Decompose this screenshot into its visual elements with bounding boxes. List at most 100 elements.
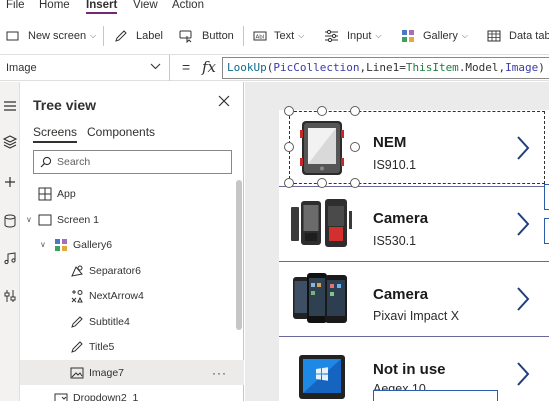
data-table-button[interactable]: Data table — [487, 25, 549, 47]
resize-handle[interactable] — [284, 106, 294, 116]
tree-node-screen-1[interactable]: ∨ Screen 1 — [20, 207, 244, 232]
tree-view-title: Tree view — [33, 97, 97, 113]
chevron-down-icon — [150, 63, 161, 70]
resize-handle[interactable] — [350, 178, 360, 188]
rugged-phone-image[interactable] — [289, 193, 353, 253]
tree-node-label: Image7 — [89, 366, 125, 379]
chevron-down-icon: ⌵ — [375, 30, 382, 40]
separator-shape-icon — [71, 265, 83, 277]
new-screen-icon — [6, 31, 19, 40]
formula-condition: ,Line1= — [359, 61, 406, 74]
tree-node-label: App — [57, 187, 76, 200]
tree-search-input[interactable]: Search — [33, 150, 232, 174]
tree-node-label: Gallery6 — [73, 238, 113, 251]
formula-input[interactable]: LookUp(PicCollection,Line1=ThisItem.Mode… — [222, 57, 549, 79]
tree-node-image7[interactable]: Image7 ··· — [20, 360, 244, 385]
resize-handle[interactable] — [317, 178, 327, 188]
left-rail — [0, 82, 20, 401]
tab-components[interactable]: Components — [87, 125, 155, 139]
svg-text:Abl: Abl — [256, 34, 265, 40]
tree-node-title5[interactable]: Title5 — [20, 334, 244, 359]
resize-handle[interactable] — [350, 106, 360, 116]
more-options-icon[interactable]: ··· — [212, 366, 227, 380]
tree-node-gallery6[interactable]: ∨ Gallery6 — [20, 232, 244, 257]
insert-ribbon: New screen ⌵ Label Button Abl Text ⌵ Inp… — [0, 17, 549, 55]
fx-icon[interactable]: fx — [202, 58, 216, 76]
tree-node-separator6[interactable]: Separator6 — [20, 258, 244, 283]
tree-node-nextarrow4[interactable]: NextArrow4 — [20, 283, 244, 308]
button-icon — [179, 30, 192, 43]
gallery-item-title[interactable]: Not in use — [373, 361, 446, 378]
formula-function: LookUp — [227, 61, 267, 74]
resize-handle[interactable] — [284, 178, 294, 188]
property-dropdown[interactable]: Image — [0, 55, 170, 81]
menu-action[interactable]: Action — [172, 0, 204, 11]
gallery-item[interactable]: Camera Pixavi Impact X — [279, 262, 549, 338]
chevron-right-icon[interactable] — [515, 286, 531, 312]
menu-bar: File Home Insert View Action — [0, 0, 549, 16]
resize-handle[interactable] — [350, 142, 360, 152]
label-button[interactable]: Label — [114, 25, 163, 47]
insert-plus-icon[interactable] — [2, 174, 18, 190]
data-table-button-label: Data table — [509, 29, 549, 42]
gallery-button-label: Gallery — [423, 29, 458, 42]
label-button-label: Label — [136, 29, 163, 42]
input-button-label: Input — [347, 29, 372, 42]
resize-handle[interactable] — [317, 106, 327, 116]
tree-node-label: Subtitle4 — [89, 315, 130, 328]
formula-image-field: Image — [505, 61, 539, 74]
gallery-icon — [55, 238, 67, 251]
tree-view-panel: Tree view Screens Components Search App … — [20, 82, 244, 401]
gallery-template-selection — [289, 111, 545, 184]
data-cylinder-icon[interactable] — [2, 213, 18, 229]
ribbon-divider — [103, 25, 104, 46]
media-icon[interactable] — [2, 250, 18, 266]
tree-node-label: Separator6 — [89, 264, 141, 277]
tree-view-layers-icon[interactable] — [2, 134, 18, 150]
equals-sign: = — [182, 59, 191, 75]
dropdown-icon — [54, 393, 68, 401]
chevron-right-icon[interactable] — [515, 361, 531, 387]
search-icon — [40, 156, 52, 168]
input-icon — [325, 29, 338, 42]
formula-bar: Image = fx LookUp(PicCollection,Line1=Th… — [0, 55, 549, 81]
text-icon: Abl — [253, 31, 267, 40]
formula-paren-close: ) — [538, 61, 545, 74]
input-button[interactable]: Input ⌵ — [324, 25, 382, 47]
gallery-item-title[interactable]: Camera — [373, 286, 428, 303]
menu-insert[interactable]: Insert — [86, 0, 118, 14]
hamburger-menu-icon[interactable] — [2, 98, 18, 114]
windows-tablet-image[interactable] — [289, 347, 353, 401]
chevron-down-icon: ⌵ — [298, 30, 305, 40]
gallery-item-subtitle[interactable]: Pixavi Impact X — [373, 309, 459, 323]
tree-node-subtitle4[interactable]: Subtitle4 — [20, 309, 244, 334]
menu-home[interactable]: Home — [39, 0, 70, 11]
advanced-tools-icon[interactable] — [2, 288, 18, 304]
tree-node-app[interactable]: App — [20, 181, 244, 206]
close-icon[interactable] — [217, 94, 231, 108]
menu-file[interactable]: File — [6, 0, 25, 11]
partial-control[interactable] — [544, 184, 549, 210]
app-icon — [38, 187, 52, 200]
new-screen-button[interactable]: New screen ⌵ — [6, 25, 96, 47]
text-button-label: Text — [274, 29, 295, 42]
resize-handle[interactable] — [284, 142, 294, 152]
search-placeholder: Search — [57, 156, 91, 168]
text-button[interactable]: Abl Text ⌵ — [253, 25, 304, 47]
gallery-item-subtitle[interactable]: IS530.1 — [373, 234, 416, 248]
gallery-item[interactable]: Camera IS530.1 — [279, 187, 549, 263]
new-screen-label: New screen — [28, 29, 87, 42]
menu-view[interactable]: View — [133, 0, 158, 11]
gallery-button[interactable]: Gallery ⌵ — [401, 25, 468, 47]
button-button[interactable]: Button — [179, 25, 234, 47]
tree-node-label: Dropdown2_1 — [73, 391, 139, 401]
tree-node-dropdown2-1[interactable]: Dropdown2_1 — [20, 385, 244, 401]
partial-control[interactable] — [544, 218, 549, 244]
tab-screens[interactable]: Screens — [33, 125, 78, 143]
gallery-item-title[interactable]: Camera — [373, 210, 428, 227]
screen-icon — [38, 214, 52, 225]
dropdown2-1-control[interactable] — [373, 390, 498, 401]
smartphones-image[interactable] — [289, 269, 353, 329]
tree-node-label: Title5 — [89, 340, 115, 353]
chevron-right-icon[interactable] — [515, 211, 531, 237]
